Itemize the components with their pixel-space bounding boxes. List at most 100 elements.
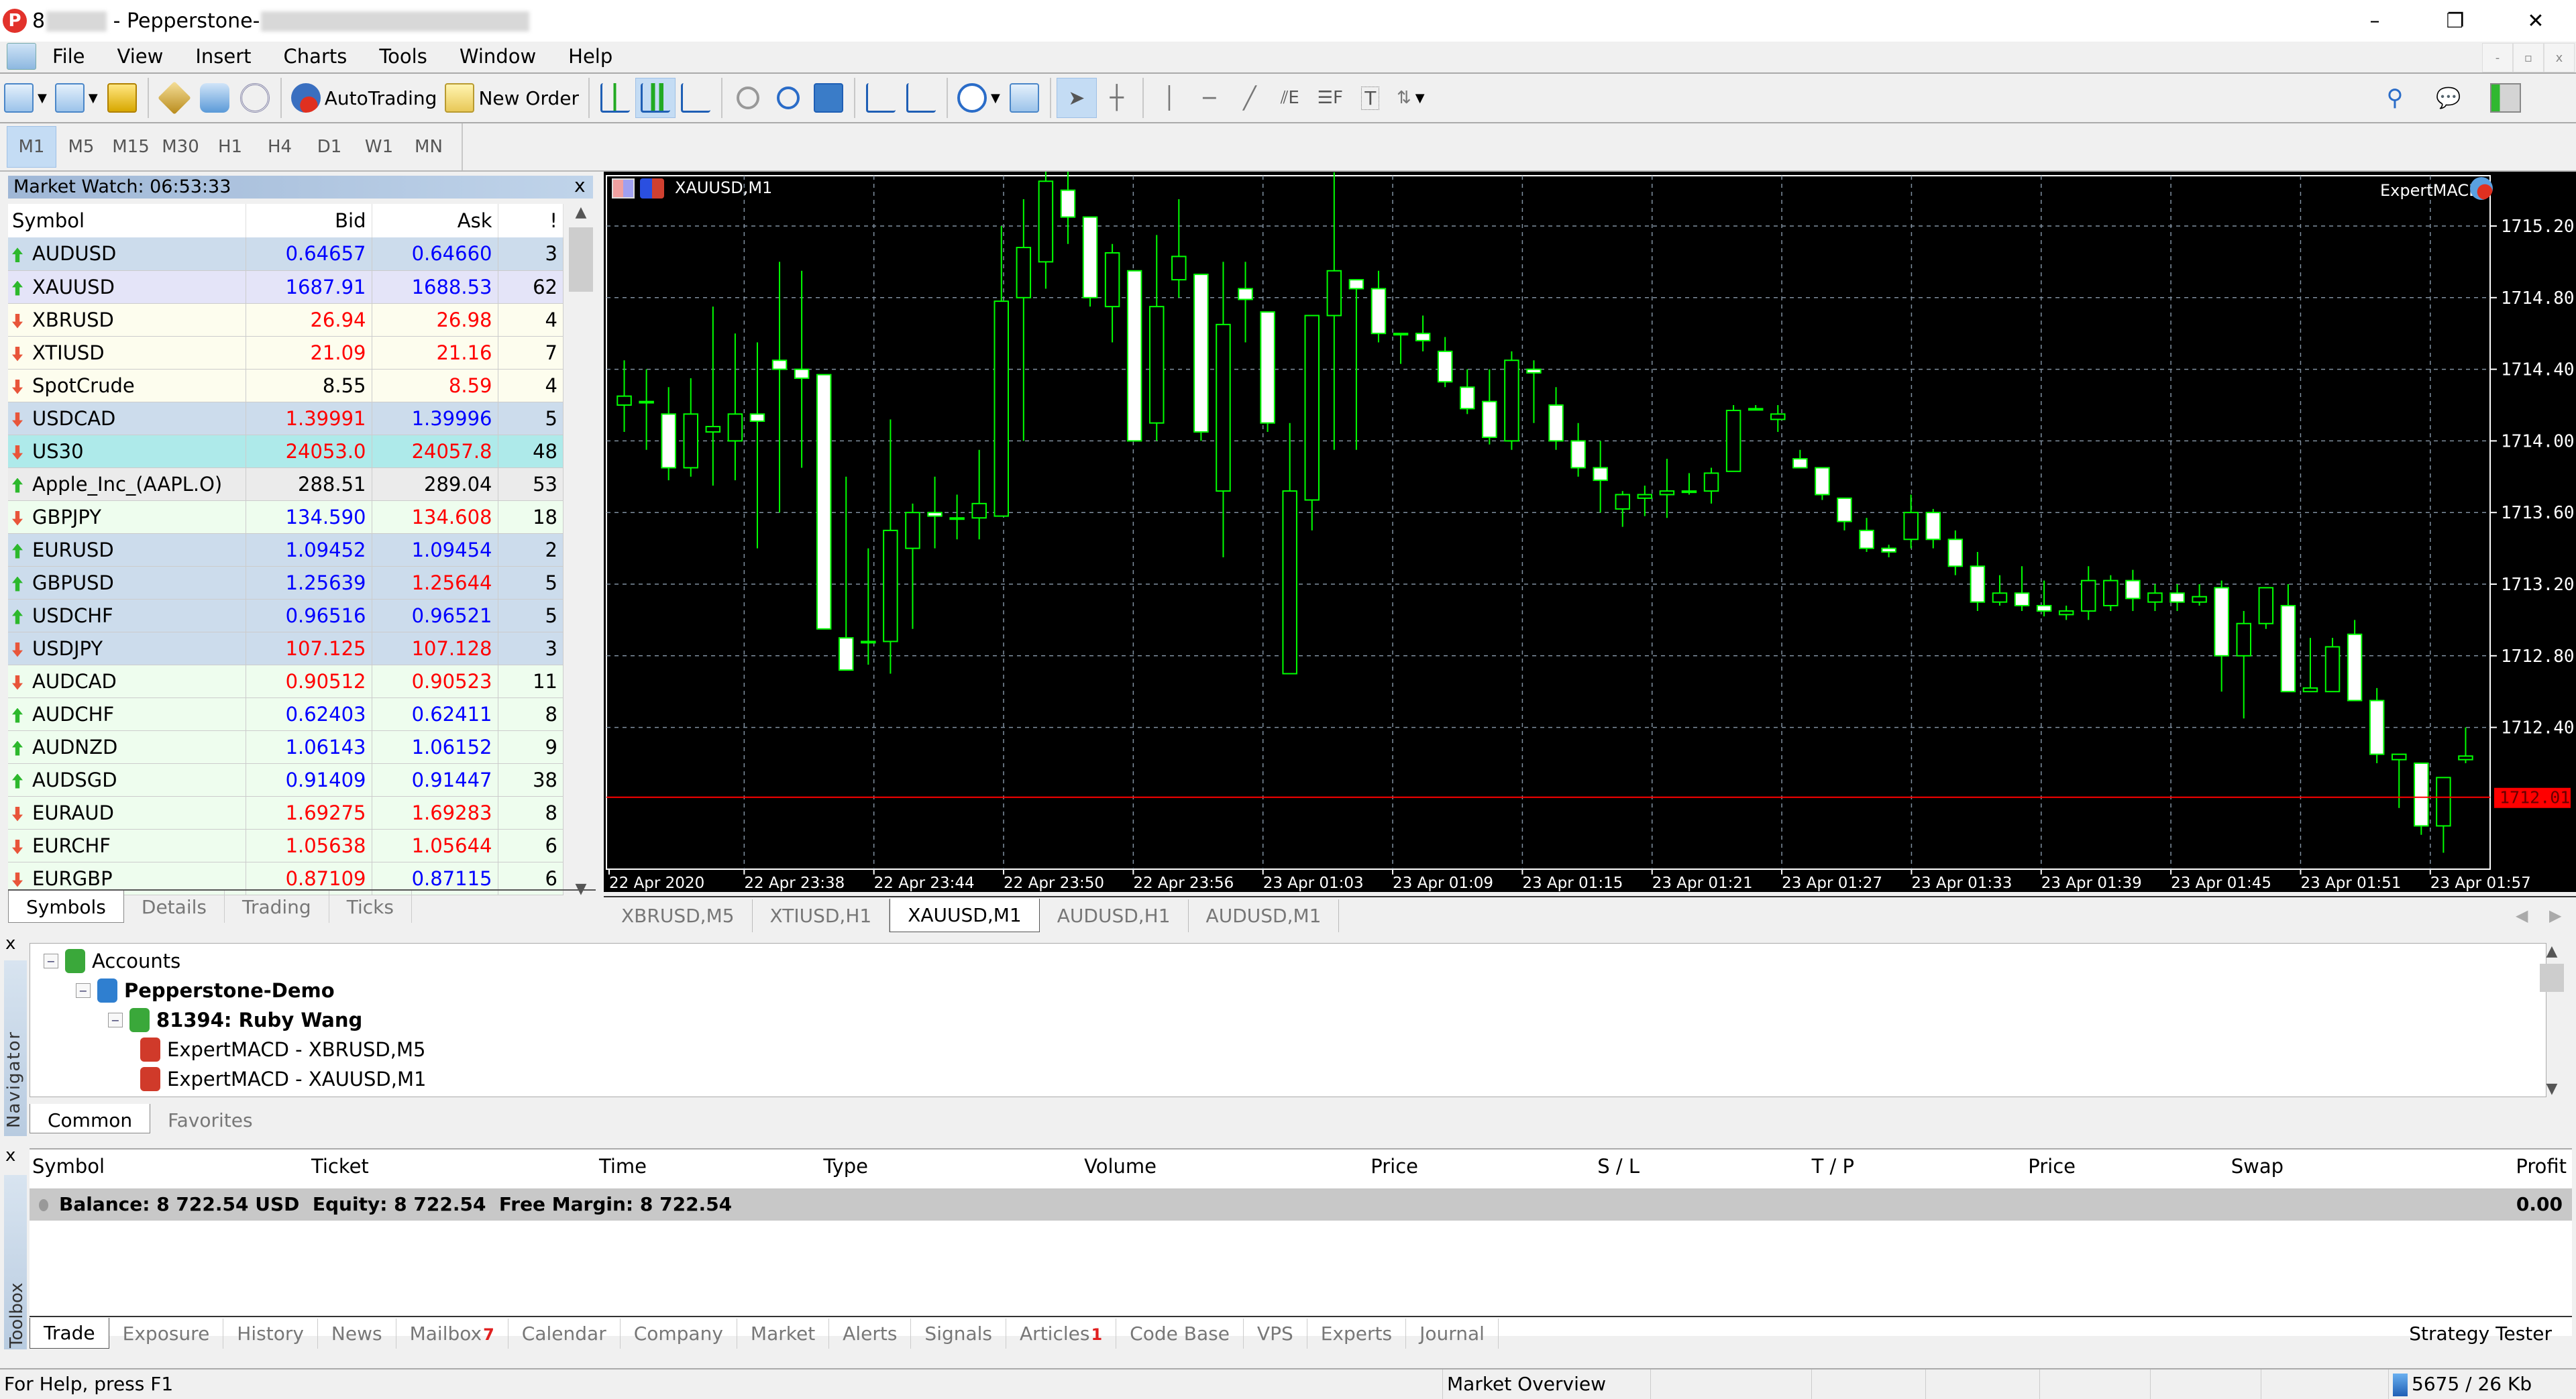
market-watch-row[interactable]: USDJPY 107.125 107.128 3 (8, 632, 564, 665)
expert-advisor-label[interactable]: ExpertMACD (2380, 181, 2481, 200)
tab-favorites[interactable]: Favorites (150, 1104, 270, 1133)
menu-view[interactable]: View (101, 45, 180, 68)
autoscroll-button[interactable] (901, 78, 941, 118)
connection-status-indicator[interactable] (2490, 83, 2521, 113)
cursor-button[interactable]: ➤ (1056, 78, 1097, 118)
timeframe-h4[interactable]: H4 (255, 126, 305, 168)
market-watch-row[interactable]: XBRUSD 26.94 26.98 4 (8, 303, 564, 337)
depth-of-market-icon[interactable] (640, 178, 664, 199)
crosshair-button[interactable]: ┼ (1097, 78, 1137, 118)
market-watch-row[interactable]: AUDUSD 0.64657 0.64660 3 (8, 237, 564, 271)
vertical-line-button[interactable]: │ (1149, 78, 1189, 118)
restore-button[interactable]: ❐ (2415, 0, 2496, 42)
trade-column-header[interactable]: Swap (2231, 1155, 2284, 1178)
navigator-close-button[interactable]: x (5, 934, 15, 954)
column-ask[interactable]: Ask (372, 204, 498, 237)
market-watch-row[interactable]: SpotCrude 8.55 8.59 4 (8, 369, 564, 402)
candlestick-chart-svg[interactable]: 1715.20 1714.80 1714.40 1714.00 1713.60 1713.… (604, 172, 2576, 892)
trade-column-header[interactable]: Profit (2516, 1155, 2567, 1178)
zoom-out-button[interactable] (768, 78, 808, 118)
scroll-up-arrow-icon[interactable]: ▲ (568, 204, 594, 221)
mdi-restore-button[interactable]: ▫ (2513, 43, 2544, 72)
menu-file[interactable]: File (36, 45, 101, 68)
timeframe-m1[interactable]: M1 (7, 126, 56, 168)
status-market-overview[interactable]: Market Overview (1442, 1369, 1606, 1399)
navigator-scrollbar[interactable]: ▲ ▼ (2538, 943, 2565, 1097)
trade-column-header[interactable]: Type (823, 1155, 868, 1178)
tab-symbols[interactable]: Symbols (8, 891, 124, 923)
market-watch-row[interactable]: XTIUSD 21.09 21.16 7 (8, 336, 564, 370)
timeframe-w1[interactable]: W1 (354, 126, 404, 168)
collapse-icon[interactable]: − (76, 983, 91, 998)
scroll-down-arrow-icon[interactable]: ▼ (2538, 1080, 2565, 1097)
tab-common[interactable]: Common (30, 1104, 151, 1133)
collapse-icon[interactable]: − (108, 1013, 123, 1027)
toolbox-close-button[interactable]: x (5, 1145, 15, 1166)
market-watch-row[interactable]: AUDSGD 0.91409 0.91447 38 (8, 763, 564, 797)
toolbox-tab-journal[interactable]: Journal (1406, 1318, 1499, 1349)
one-click-trading-icon[interactable] (612, 178, 635, 199)
toolbox-tab-vps[interactable]: VPS (1244, 1318, 1307, 1349)
fibonacci-button[interactable]: ☰F (1310, 78, 1350, 118)
tile-windows-button[interactable] (808, 78, 849, 118)
menu-window[interactable]: Window (443, 45, 552, 68)
toolbox-tab-trade[interactable]: Trade (30, 1318, 109, 1349)
signals-button[interactable] (235, 78, 275, 118)
chart-tab-xbrusd-m5[interactable]: XBRUSD,M5 (604, 899, 753, 932)
equidistant-channel-button[interactable]: ⫽E (1270, 78, 1310, 118)
chart-tab-xtiusd-h1[interactable]: XTIUSD,H1 (753, 899, 890, 932)
timeframe-h1[interactable]: H1 (205, 126, 255, 168)
menu-charts[interactable]: Charts (268, 45, 364, 68)
toolbox-tab-market[interactable]: Market (737, 1318, 830, 1349)
column-spread[interactable]: ! (498, 204, 564, 237)
tab-ticks[interactable]: Ticks (329, 891, 412, 923)
toolbox-tab-news[interactable]: News (318, 1318, 396, 1349)
mdi-minimize-button[interactable]: - (2482, 43, 2513, 72)
toolbox-tab-code-base[interactable]: Code Base (1116, 1318, 1244, 1349)
navigator-tree-node[interactable]: − 81394: Ruby Wang (108, 1005, 362, 1035)
timeframe-mn[interactable]: MN (404, 126, 453, 168)
market-watch-scrollbar[interactable]: ▲ ▼ (568, 204, 594, 897)
market-watch-row[interactable]: Apple_Inc_(AAPL.O) 288.51 289.04 53 (8, 467, 564, 501)
market-watch-row[interactable]: USDCHF 0.96516 0.96521 5 (8, 599, 564, 632)
tabs-scroll-right-icon[interactable]: ▶ (2549, 906, 2561, 925)
toolbox-tab-alerts[interactable]: Alerts (829, 1318, 912, 1349)
market-watch-row[interactable]: AUDCHF 0.62403 0.62411 8 (8, 697, 564, 731)
market-watch-row[interactable]: EURAUD 1.69275 1.69283 8 (8, 796, 564, 830)
new-chart-button[interactable]: ▼ (0, 78, 51, 118)
market-watch-button[interactable] (102, 78, 142, 118)
toolbox-tab-experts[interactable]: Experts (1307, 1318, 1407, 1349)
trade-column-header[interactable]: Price (1371, 1155, 1418, 1178)
trade-column-header[interactable]: Time (599, 1155, 647, 1178)
market-watch-close-button[interactable]: x (574, 174, 586, 197)
market-watch-row[interactable]: GBPJPY 134.590 134.608 18 (8, 500, 564, 534)
profiles-button[interactable]: ▼ (51, 78, 102, 118)
price-chart[interactable]: 1715.20 1714.80 1714.40 1714.00 1713.60 1713.… (604, 172, 2576, 892)
market-watch-row[interactable]: XAUUSD 1687.91 1688.53 62 (8, 270, 564, 304)
balance-row[interactable]: Balance: 8 722.54 USD Equity: 8 722.54 F… (30, 1188, 2572, 1221)
new-order-button[interactable]: New Order (441, 78, 583, 118)
collapse-icon[interactable]: − (44, 954, 58, 968)
menu-insert[interactable]: Insert (179, 45, 267, 68)
minimize-button[interactable]: – (2334, 0, 2415, 42)
chart-tab-audusd-m1[interactable]: AUDUSD,M1 (1189, 899, 1340, 932)
tab-details[interactable]: Details (124, 891, 225, 923)
trendline-button[interactable]: ╱ (1230, 78, 1270, 118)
trade-column-header[interactable]: Price (2028, 1155, 2076, 1178)
trade-column-header[interactable]: Ticket (311, 1155, 369, 1178)
trade-column-header[interactable]: T / P (1812, 1155, 1854, 1178)
chart-tab-xauusd-m1[interactable]: XAUUSD,M1 (890, 899, 1040, 932)
market-watch-row[interactable]: US30 24053.0 24057.8 48 (8, 435, 564, 468)
chat-button[interactable]: 💬 (2428, 78, 2469, 118)
navigator-tree-node[interactable]: − Accounts (44, 946, 180, 976)
navigator-tree-node[interactable]: ExpertMACD - XAUUSD,M1 (140, 1064, 426, 1094)
trade-column-header[interactable]: Symbol (32, 1155, 105, 1178)
timeframe-d1[interactable]: D1 (305, 126, 354, 168)
chart-shift-button[interactable] (861, 78, 901, 118)
strategy-tester-button[interactable]: Strategy Tester (2409, 1323, 2552, 1345)
menu-help[interactable]: Help (552, 45, 629, 68)
toolbox-tab-signals[interactable]: Signals (911, 1318, 1007, 1349)
column-bid[interactable]: Bid (246, 204, 372, 237)
tabs-scroll-left-icon[interactable]: ◀ (2516, 906, 2528, 925)
line-chart-button[interactable] (676, 78, 716, 118)
